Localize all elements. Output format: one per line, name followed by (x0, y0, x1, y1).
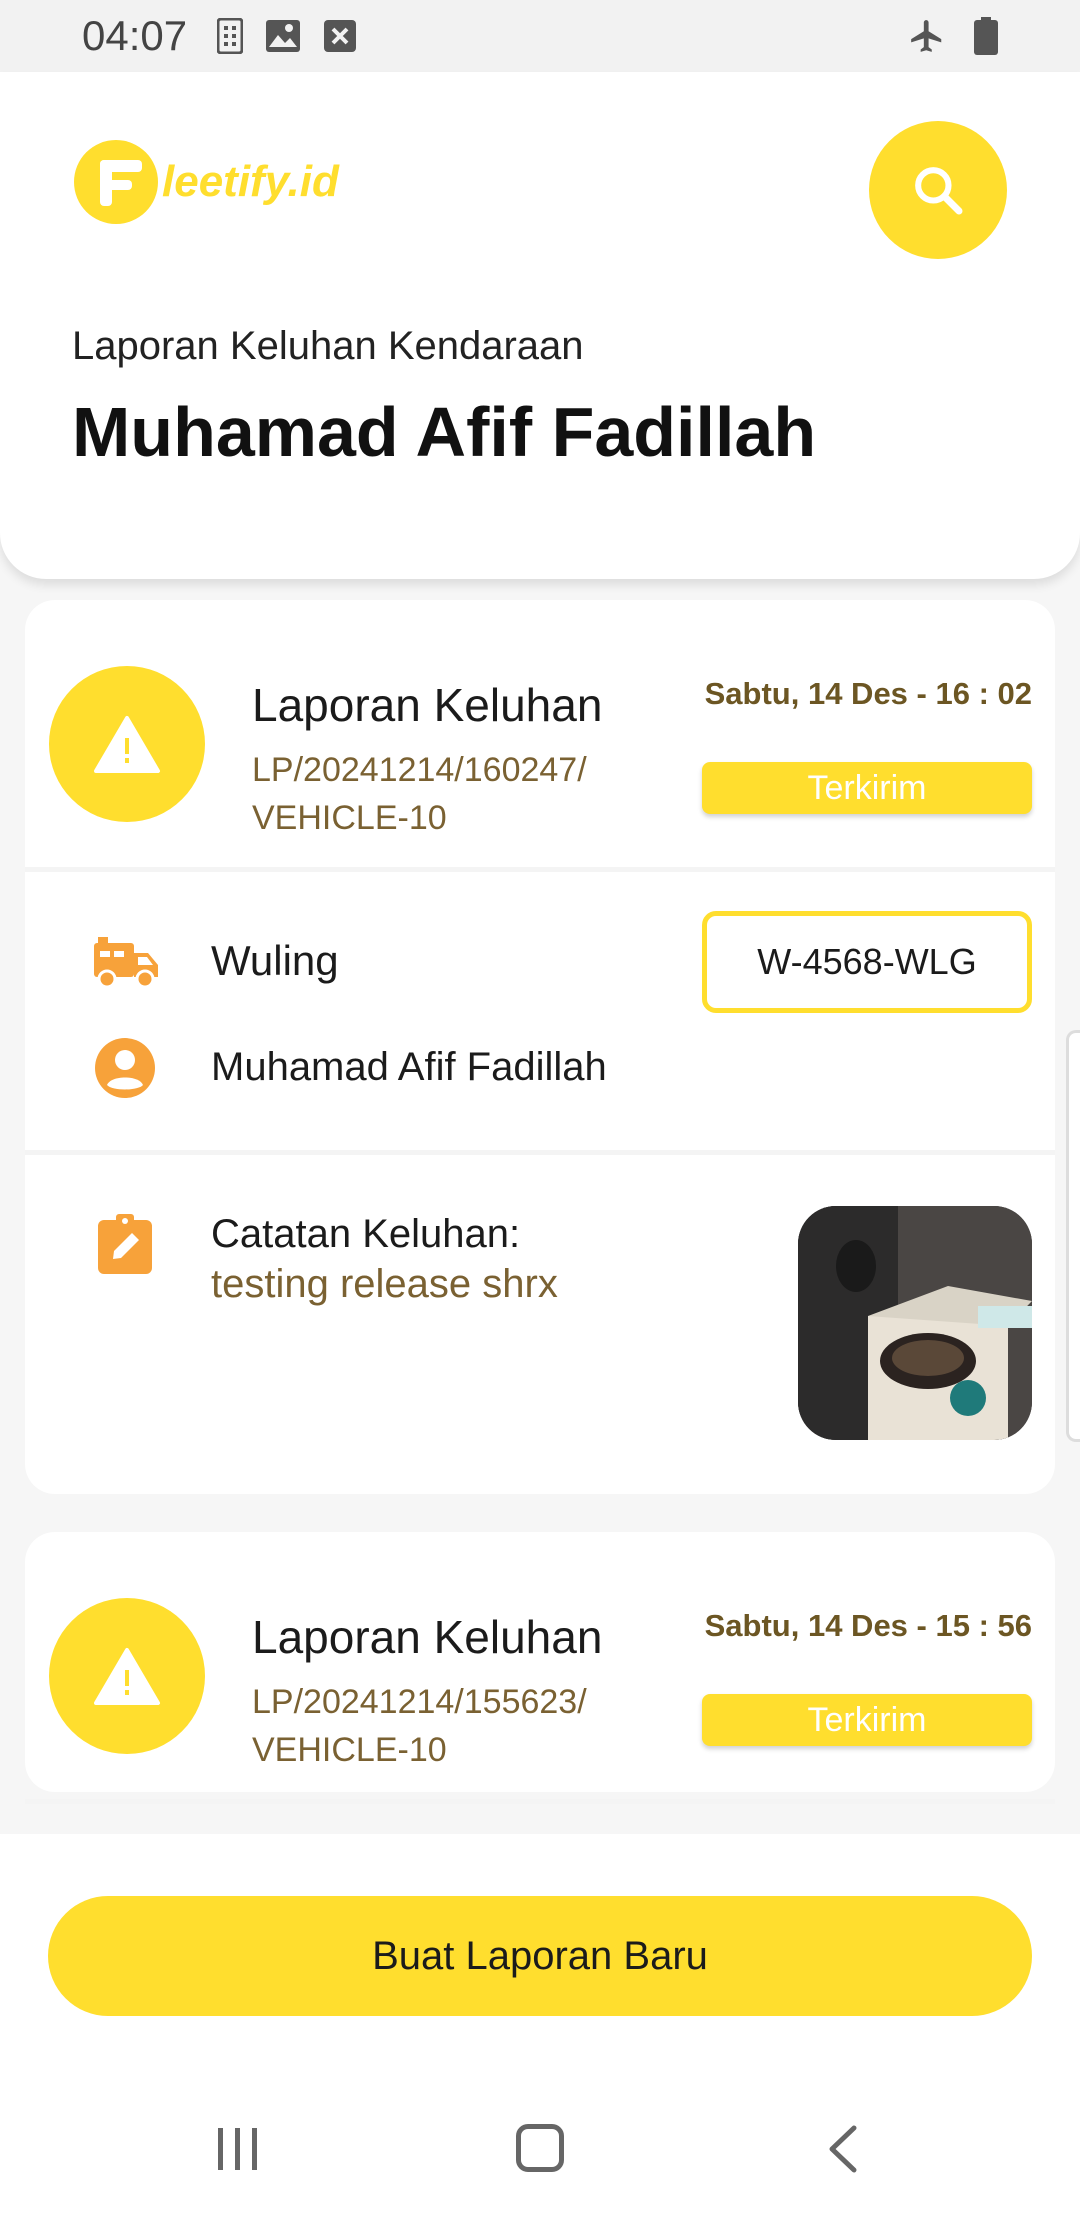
warning-icon (94, 716, 160, 773)
status-badge: Terkirim (702, 1694, 1032, 1746)
bottom-action-area: Buat Laporan Baru (0, 1834, 1080, 2220)
status-badge: Terkirim (702, 762, 1032, 814)
recents-icon[interactable] (216, 2126, 260, 2172)
report-code-line1: LP/20241214/160247/ (252, 751, 587, 789)
warning-badge (49, 1598, 205, 1754)
status-time: 04:07 (82, 12, 188, 59)
report-card[interactable]: Laporan Keluhan LP/20241214/160247/ VEHI… (25, 600, 1055, 1494)
report-title: Laporan Keluhan (252, 1611, 603, 1663)
report-summary: Laporan Keluhan LP/20241214/155623/ VEHI… (25, 1532, 1055, 1804)
page-title: Muhamad Afif Fadillah (72, 393, 817, 471)
back-icon[interactable] (824, 2124, 860, 2174)
logo-mark-icon (74, 140, 158, 224)
report-code-line1: LP/20241214/155623/ (252, 1683, 587, 1721)
search-icon (915, 167, 963, 215)
app-screen: 04:07 leetify.id Laporan Keluhan Kendara… (0, 0, 1080, 2220)
logo-text: leetify.id (162, 157, 339, 206)
report-summary: Laporan Keluhan LP/20241214/160247/ VEHI… (25, 600, 1055, 872)
status-left-icons (217, 18, 357, 54)
airplane-icon (911, 20, 942, 52)
warning-icon (94, 1648, 160, 1705)
report-code-line2: VEHICLE-10 (252, 799, 447, 837)
new-report-button[interactable]: Buat Laporan Baru (48, 1896, 1032, 2016)
driver-name: Muhamad Afif Fadillah (211, 1045, 607, 1089)
status-right-icons (908, 17, 998, 55)
vehicle-name: Wuling (211, 937, 339, 984)
complaint-notes: Catatan Keluhan: testing release shrx (25, 1160, 1055, 1494)
sim-icon (217, 18, 244, 54)
note-label: Catatan Keluhan: (211, 1212, 521, 1256)
app-logo: leetify.id (74, 140, 339, 224)
clipboard-edit-icon (98, 1214, 152, 1274)
report-code: LP/20241214/160247/ VEHICLE-10 (252, 746, 632, 842)
report-code: LP/20241214/155623/ VEHICLE-10 (252, 1678, 632, 1774)
warning-badge (49, 666, 205, 822)
note-text: testing release shrx (211, 1262, 558, 1306)
report-date: Sabtu, 14 Des - 16 : 02 (704, 676, 1032, 711)
image-icon (266, 20, 301, 52)
status-bar: 04:07 (0, 0, 1080, 72)
battery-icon (974, 17, 998, 55)
vehicle-info: Wuling W-4568-WLG Muhamad Afif Fadillah (25, 877, 1055, 1155)
scroll-indicator[interactable] (1066, 1030, 1080, 1442)
system-nav-bar (0, 2084, 1080, 2220)
user-icon (95, 1038, 155, 1098)
license-plate: W-4568-WLG (702, 911, 1032, 1013)
complaint-photo[interactable] (798, 1206, 1032, 1440)
report-card[interactable]: Laporan Keluhan LP/20241214/155623/ VEHI… (25, 1532, 1055, 1804)
report-code-line2: VEHICLE-10 (252, 1731, 447, 1769)
search-button[interactable] (869, 121, 1007, 259)
report-title: Laporan Keluhan (252, 679, 603, 731)
photo-image (798, 1206, 1032, 1440)
report-date: Sabtu, 14 Des - 15 : 56 (704, 1608, 1032, 1643)
home-icon[interactable] (516, 2124, 564, 2172)
page-subtitle: Laporan Keluhan Kendaraan (72, 324, 584, 368)
truck-icon (94, 937, 158, 989)
header-card: leetify.id Laporan Keluhan Kendaraan Muh… (0, 72, 1080, 579)
close-box-icon (324, 20, 357, 52)
